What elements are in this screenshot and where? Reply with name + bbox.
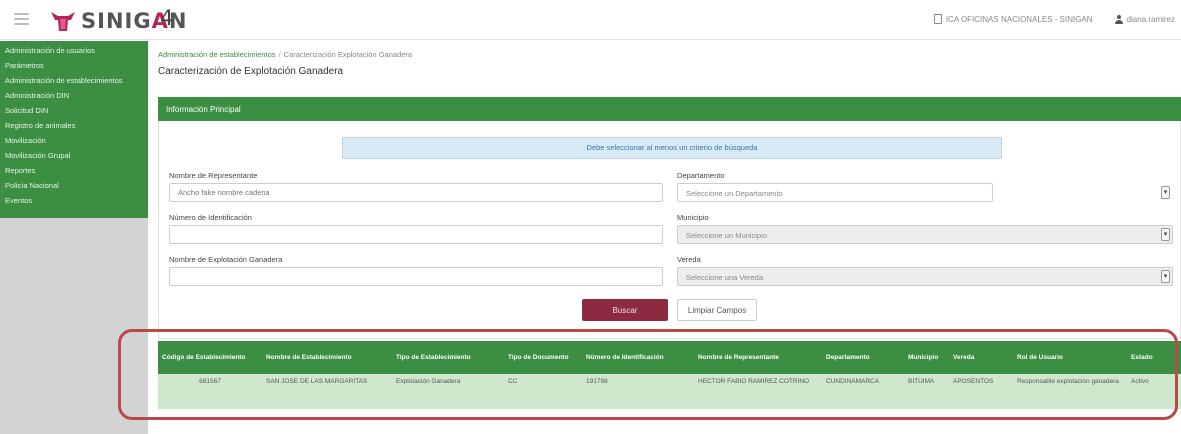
departamento-label: Departamento (677, 171, 725, 180)
sidebar-item-establecimientos[interactable]: Administración de establecimientos (0, 73, 148, 88)
column-header[interactable]: Departamento (822, 341, 904, 374)
departamento-select[interactable]: Seleccione un Departamento (677, 183, 993, 202)
sidebar-item-usuarios[interactable]: Administración de usuarios (0, 43, 148, 58)
menu-toggle-icon[interactable] (14, 13, 29, 25)
sidebar-item-reportes[interactable]: Reportes (0, 163, 148, 178)
cell-vereda: APOSENTOS (949, 374, 1013, 409)
office-selector[interactable]: ICA OFICINAS NACIONALES - SINIGAN (933, 14, 1093, 24)
cell-tipo-documento: CC (504, 374, 582, 409)
top-bar: SINIGAN 4 ICA OFICINAS NACIONALES - SINI… (0, 0, 1181, 40)
municipio-label: Municipio (677, 213, 709, 222)
main-content: Administración de establecimientos / Carac… (156, 41, 1181, 434)
column-header[interactable]: Nombre de Establecimiento (262, 341, 392, 374)
sidebar-item-movilizacion-grupal[interactable]: Movilización Grupal (0, 148, 148, 163)
sidebar-item-policia[interactable]: Policía Nacional (0, 178, 148, 193)
cell-municipio: BITUIMA (904, 374, 949, 409)
column-header[interactable]: Código de Establecimiento (158, 341, 262, 374)
cell-nombre-establecimiento: SAN JOSE DE LAS MARGARITAS (262, 374, 392, 409)
table-row[interactable]: 681567 SAN JOSE DE LAS MARGARITAS Explot… (158, 374, 1181, 409)
explotacion-label: Nombre de Explotación Ganadera (169, 255, 283, 264)
cell-departamento: CUNDINAMARCA (822, 374, 904, 409)
criteria-alert: Debe seleccionar al menos un criterio de… (342, 137, 1002, 159)
cattle-logo-icon (51, 12, 75, 31)
representante-input[interactable] (169, 183, 663, 202)
clear-fields-button[interactable]: Limpiar Campos (677, 299, 757, 321)
panel-header: Información Principal (158, 97, 1181, 121)
document-icon (933, 14, 942, 24)
breadcrumb: Administración de establecimientos / Carac… (158, 50, 412, 59)
search-panel: Debe seleccionar al menos un criterio de… (158, 121, 1181, 339)
cell-representante: HECTOR FABIO RAMIREZ COTRINO (694, 374, 822, 409)
representante-label: Nombre de Representante (169, 171, 258, 180)
column-header[interactable]: Estado (1127, 341, 1181, 374)
breadcrumb-current: Caracterización Explotación Ganadera (283, 50, 413, 59)
cell-tipo-establecimiento: Explotación Ganadera (392, 374, 504, 409)
column-header[interactable]: Municipio (904, 341, 949, 374)
sidebar-item-parametros[interactable]: Parámetros (0, 58, 148, 73)
user-icon (1114, 14, 1123, 24)
sidebar-item-admin-din[interactable]: Administración DIN (0, 88, 148, 103)
breadcrumb-parent-link[interactable]: Administración de establecimientos (158, 50, 276, 59)
cell-codigo: 681567 (158, 374, 262, 409)
results-table: Código de Establecimiento Nombre de Esta… (158, 341, 1181, 409)
results-section: Código de Establecimiento Nombre de Esta… (158, 341, 1181, 409)
vereda-dropdown-icon[interactable]: ▾ (1161, 270, 1170, 283)
cell-estado: Activo (1127, 374, 1181, 409)
municipio-select[interactable]: Seleccione un Municipio (677, 225, 1173, 244)
office-label: ICA OFICINAS NACIONALES - SINIGAN (945, 14, 1093, 24)
departamento-dropdown-icon[interactable]: ▾ (1161, 186, 1170, 199)
column-header[interactable]: Vereda (949, 341, 1013, 374)
vereda-label: Vereda (677, 255, 701, 264)
page-title: Caracterización de Explotación Ganadera (158, 66, 344, 77)
column-header[interactable]: Número de Identificación (582, 341, 694, 374)
sidebar-menu: Administración de usuarios Parámetros Ad… (0, 41, 148, 218)
search-button[interactable]: Buscar (582, 299, 668, 321)
identificacion-input[interactable] (169, 225, 663, 244)
municipio-dropdown-icon[interactable]: ▾ (1161, 228, 1170, 241)
column-header[interactable]: Tipo de Establecimiento (392, 341, 504, 374)
identificacion-label: Número de Identificación (169, 213, 252, 222)
column-header[interactable]: Rol de Usuario (1013, 341, 1127, 374)
table-header-row: Código de Establecimiento Nombre de Esta… (158, 341, 1181, 374)
sidebar-item-eventos[interactable]: Eventos (0, 193, 148, 208)
breadcrumb-separator: / (278, 50, 281, 59)
vereda-select[interactable]: Seleccione una Vereda (677, 267, 1173, 286)
cell-rol-usuario: Responsable explotación ganadera (1013, 374, 1127, 409)
sidebar-item-registro-animales[interactable]: Registro de animales (0, 118, 148, 133)
column-header[interactable]: Nombre de Representante (694, 341, 822, 374)
sidebar: Administración de usuarios Parámetros Ad… (0, 41, 148, 434)
sidebar-item-solicitud-din[interactable]: Solicitud DIN (0, 103, 148, 118)
cell-identificacion: 191798 (582, 374, 694, 409)
app-version: 4 (160, 6, 174, 30)
user-name: diana.ramirez (1126, 14, 1175, 24)
explotacion-input[interactable] (169, 267, 663, 286)
sidebar-item-movilizacion[interactable]: Movilización (0, 133, 148, 148)
user-menu[interactable]: diana.ramirez (1114, 14, 1175, 24)
header-actions: ICA OFICINAS NACIONALES - SINIGAN diana.… (933, 14, 1175, 24)
column-header[interactable]: Tipo de Documento (504, 341, 582, 374)
